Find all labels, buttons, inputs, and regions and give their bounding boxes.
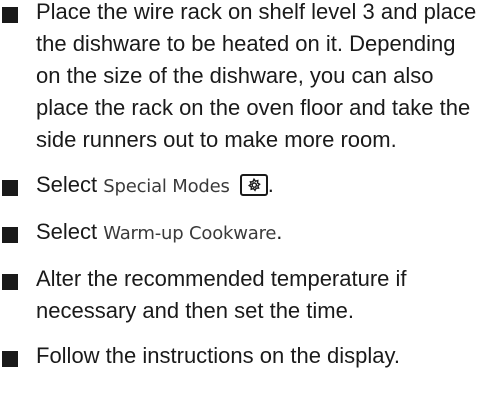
bullet-square-icon	[2, 7, 18, 23]
menu-term-warm-up-cookware: Warm-up Cookware	[103, 223, 277, 244]
menu-term-special-modes: Special Modes	[103, 176, 230, 197]
bullet-square-icon	[2, 351, 18, 367]
special-modes-icon	[239, 174, 268, 196]
instruction-step: Select Warm-up Cookware.	[0, 216, 480, 250]
instruction-step: Follow the instructions on the display.	[0, 340, 480, 372]
step-suffix: .	[276, 219, 283, 244]
step-text: Alter the recommended temperature if nec…	[36, 266, 407, 323]
step-suffix: .	[267, 172, 274, 197]
instruction-step: Alter the recommended temperature if nec…	[0, 263, 480, 327]
step-text: Follow the instructions on the display.	[36, 343, 400, 368]
step-prefix: Select	[36, 172, 104, 197]
bullet-square-icon	[2, 227, 18, 243]
instruction-step: Place the wire rack on shelf level 3 and…	[0, 0, 480, 156]
bullet-square-icon	[2, 180, 18, 196]
instruction-step: Select Special Modes .	[0, 169, 480, 203]
step-prefix: Select	[36, 219, 104, 244]
instruction-list: Place the wire rack on shelf level 3 and…	[0, 0, 480, 372]
step-text: Place the wire rack on shelf level 3 and…	[36, 0, 477, 152]
bullet-square-icon	[2, 274, 18, 290]
